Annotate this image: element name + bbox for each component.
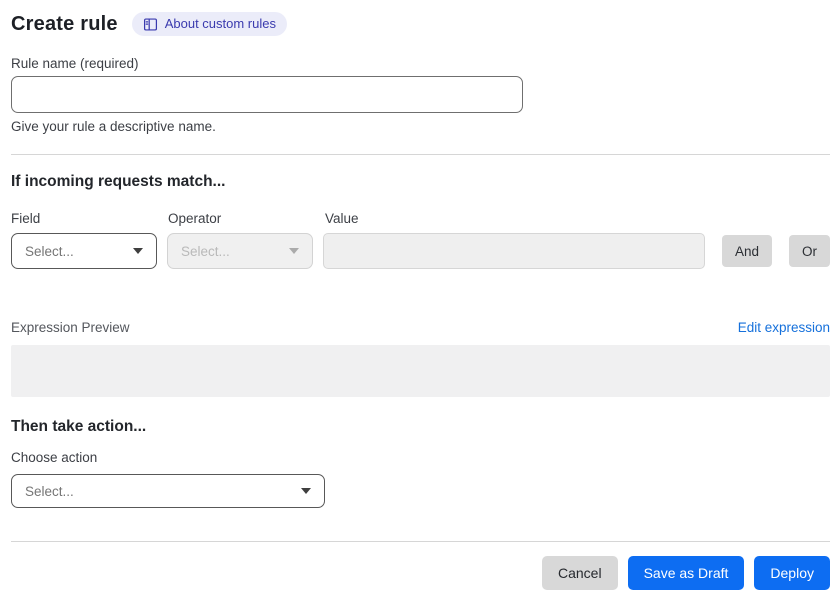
page-title: Create rule bbox=[11, 12, 118, 35]
rule-name-input[interactable] bbox=[11, 76, 523, 113]
rule-name-helper: Give your rule a descriptive name. bbox=[11, 119, 216, 134]
operator-select-placeholder: Select... bbox=[181, 243, 230, 259]
field-label: Field bbox=[11, 211, 41, 226]
operator-label: Operator bbox=[168, 211, 222, 226]
matcher-controls-row: Select... Select... And Or bbox=[11, 233, 830, 269]
expression-header-row: Expression Preview Edit expression bbox=[11, 319, 830, 336]
value-label: Value bbox=[325, 211, 359, 226]
match-section-heading: If incoming requests match... bbox=[11, 173, 226, 190]
choose-action-placeholder: Select... bbox=[25, 483, 74, 499]
choose-action-label: Choose action bbox=[11, 450, 98, 465]
divider bbox=[11, 541, 830, 542]
action-section-heading: Then take action... bbox=[11, 418, 147, 435]
matcher-labels-row: Field Operator Value bbox=[11, 210, 830, 227]
expression-preview-label: Expression Preview bbox=[11, 320, 130, 335]
operator-select-disabled[interactable]: Select... bbox=[167, 233, 313, 269]
cancel-button[interactable]: Cancel bbox=[541, 556, 618, 590]
chevron-down-icon bbox=[301, 488, 311, 494]
chevron-down-icon bbox=[289, 248, 299, 254]
field-select[interactable]: Select... bbox=[11, 233, 157, 269]
book-icon bbox=[143, 17, 158, 32]
value-input-disabled[interactable] bbox=[323, 233, 705, 269]
page-header: Create rule About custom rules bbox=[11, 10, 830, 38]
about-custom-rules-link[interactable]: About custom rules bbox=[131, 12, 287, 36]
edit-expression-link[interactable]: Edit expression bbox=[738, 319, 830, 336]
field-select-placeholder: Select... bbox=[25, 243, 74, 259]
rule-name-label: Rule name (required) bbox=[11, 56, 139, 71]
choose-action-select[interactable]: Select... bbox=[11, 474, 325, 508]
save-as-draft-button[interactable]: Save as Draft bbox=[627, 556, 745, 590]
deploy-button[interactable]: Deploy bbox=[754, 556, 830, 590]
chevron-down-icon bbox=[133, 248, 143, 254]
divider bbox=[11, 154, 830, 155]
expression-preview-box bbox=[11, 345, 830, 397]
or-button[interactable]: Or bbox=[789, 235, 830, 267]
and-button[interactable]: And bbox=[721, 235, 772, 267]
about-custom-rules-label: About custom rules bbox=[164, 16, 276, 31]
footer-actions: Cancel Save as Draft Deploy bbox=[11, 556, 830, 590]
create-rule-page: Create rule About custom rules Rule name… bbox=[0, 0, 839, 597]
